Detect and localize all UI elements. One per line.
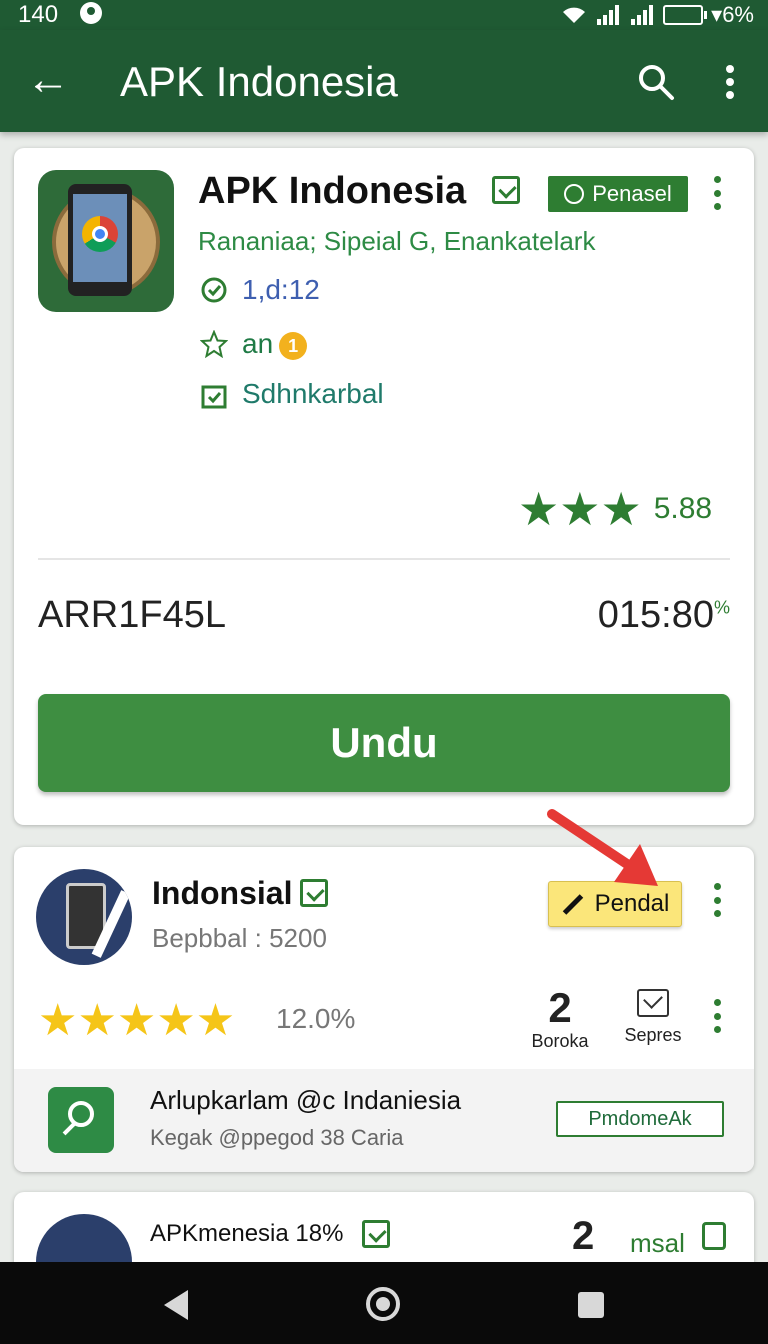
download-button[interactable]: Undu [38, 694, 730, 792]
red-arrow-icon [547, 809, 658, 886]
star-icons: ★★★ [518, 483, 642, 535]
rating-percent: 12.0% [276, 1003, 356, 1034]
chat-key-icon [48, 1087, 114, 1153]
stat-label: Boroka [531, 1031, 589, 1051]
navigation-bar [0, 1262, 768, 1344]
featured-app-card: APK Indonesia Penasel Rananiaa; Sipeial … [14, 148, 754, 825]
more-vert-icon[interactable] [710, 62, 750, 102]
app-subtitle: Bepbbal : 5200 [152, 923, 327, 953]
app-subtitle: Rananiaa; Sipeial G, Enankatelark [198, 226, 596, 256]
category-badge[interactable]: Penasel [548, 176, 688, 212]
thumbs-up-icon[interactable] [702, 1222, 726, 1250]
app-code: ARR1F45L [38, 594, 226, 636]
rating-text-label: an [242, 328, 274, 359]
app-title: Indonsial [152, 875, 293, 911]
nav-home-icon[interactable] [366, 1287, 400, 1321]
app-size-suffix: % [713, 597, 730, 618]
stat-boroka: 2 Boroka [522, 985, 598, 1052]
app-title: APK Indonesia [198, 170, 467, 212]
rating-value: 5.88 [653, 492, 713, 525]
card-menu-icon[interactable] [712, 176, 722, 210]
stat-value: 2 [572, 1214, 595, 1258]
promo-row[interactable]: Arlupkarlam @c Indaniesia Kegak @ppegod … [14, 1069, 754, 1172]
app-title: APKmenesia 18% [150, 1220, 344, 1247]
verified-icon [492, 176, 520, 204]
gauge-icon [564, 184, 585, 204]
message-icon [637, 989, 669, 1017]
app-size-value: 015:80 [597, 594, 714, 636]
notification-icon [80, 2, 102, 24]
app-avatar[interactable] [36, 869, 132, 965]
status-icons: ▾6% [561, 2, 754, 28]
verified-icon [300, 879, 328, 907]
row-menu-icon[interactable] [712, 999, 722, 1033]
card-menu-icon[interactable] [712, 883, 722, 917]
refresh-icon [201, 277, 227, 303]
nav-back-icon[interactable] [164, 1290, 188, 1320]
stat-value: 2 [548, 984, 572, 1031]
signal-icon-2 [631, 5, 654, 25]
stat-label: Sepres [624, 1025, 682, 1045]
stat-sepres[interactable]: Sepres [614, 985, 692, 1046]
search-icon[interactable] [636, 62, 676, 102]
star-outline-icon [200, 330, 228, 358]
status-bar: 140 ▾6% [0, 0, 768, 30]
app-bar-title: APK Indonesia [120, 58, 398, 105]
status-time: 140 [18, 1, 59, 28]
promo-title: Arlupkarlam @c Indaniesia [150, 1085, 462, 1115]
back-arrow-icon[interactable]: ← [26, 54, 70, 106]
rating-text: an 1 [242, 328, 308, 360]
chrome-logo-icon [82, 216, 118, 252]
app-status: Sdhnkarbal [242, 378, 384, 409]
rating-stars: ★★★ 5.88 [518, 482, 712, 536]
app-version: 1,d:12 [242, 274, 320, 305]
app-icon[interactable] [38, 170, 174, 312]
app-bar: ← APK Indonesia [0, 30, 768, 132]
nav-recents-icon[interactable] [578, 1292, 604, 1318]
promo-button[interactable]: PmdomeAk [556, 1101, 724, 1137]
signal-icon [597, 5, 620, 25]
calendar-check-icon [201, 385, 227, 409]
coin-icon: 1 [279, 331, 308, 360]
divider [38, 558, 730, 560]
verified-icon [362, 1220, 390, 1248]
app-size: 015:80% [598, 594, 730, 637]
wifi-icon [563, 7, 586, 23]
battery-level: ▾6% [711, 2, 754, 27]
rating-stars: ★★★★★ [38, 996, 236, 1045]
promo-subtitle: Kegak @ppegod 38 Caria [150, 1125, 404, 1150]
battery-icon [663, 5, 708, 25]
category-badge-label: Penasel [592, 181, 672, 206]
stat-label: msal [630, 1228, 685, 1258]
